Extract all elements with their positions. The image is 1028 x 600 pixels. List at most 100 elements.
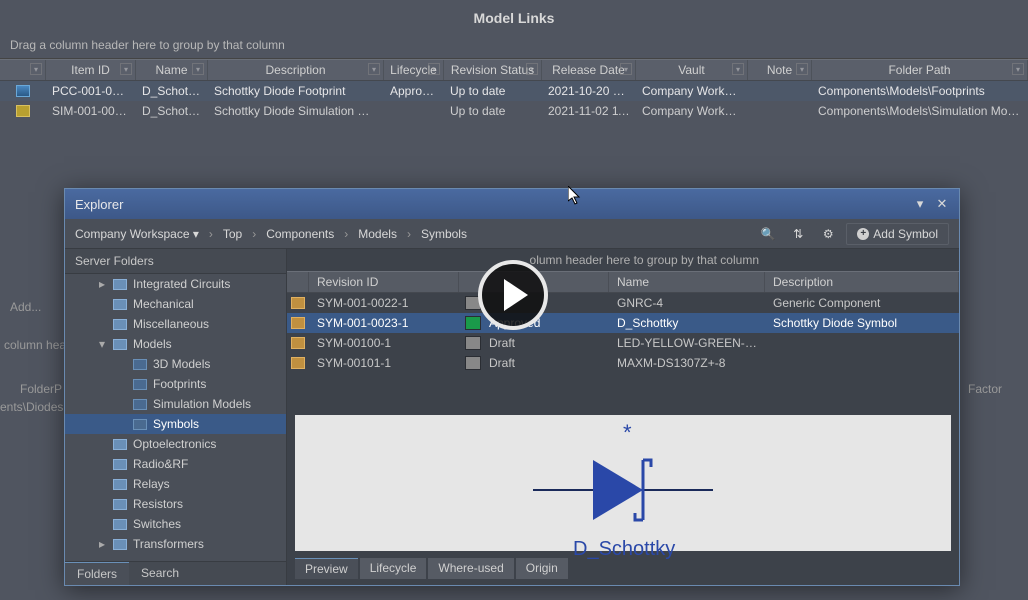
- grid-col-revision[interactable]: Revision ID: [309, 272, 459, 292]
- list-item[interactable]: SYM-001-0023-1 Approved D_Schottky Schot…: [287, 313, 959, 333]
- symbol-icon: [291, 297, 305, 309]
- tree-item[interactable]: Miscellaneous: [65, 314, 286, 334]
- tree-item[interactable]: Radio&RF: [65, 454, 286, 474]
- tree-item[interactable]: 3D Models: [65, 354, 286, 374]
- dropdown-icon[interactable]: ▾: [913, 197, 927, 211]
- explorer-toolbar: Company Workspace ▾ › Top › Components ›…: [65, 219, 959, 249]
- tree-item[interactable]: Relays: [65, 474, 286, 494]
- schottky-diode-symbol: * D_Schottky: [473, 415, 773, 565]
- tree-item[interactable]: Footprints: [65, 374, 286, 394]
- frag-text: Factor: [968, 382, 1002, 396]
- col-release-date[interactable]: Release Date▾: [542, 60, 636, 80]
- col-note[interactable]: Note▾: [748, 60, 812, 80]
- status-swatch: [465, 316, 481, 330]
- grid-col-description[interactable]: Description: [765, 272, 959, 292]
- filter-icon[interactable]: ▾: [428, 63, 440, 75]
- footprint-icon: [16, 85, 30, 97]
- model-links-title: Model Links: [0, 0, 1028, 32]
- gear-icon[interactable]: ⚙: [816, 223, 840, 245]
- folder-icon: [113, 439, 127, 450]
- folder-icon: [133, 379, 147, 390]
- filter-icon[interactable]: ▾: [30, 63, 42, 75]
- explorer-window: Explorer ▾ ✕ Company Workspace ▾ › Top ›…: [64, 188, 960, 586]
- list-item[interactable]: SYM-00101-1 Draft MAXM-DS1307Z+-8: [287, 353, 959, 373]
- folder-icon: [113, 319, 127, 330]
- symbol-label: D_Schottky: [573, 538, 675, 560]
- tab-preview[interactable]: Preview: [295, 558, 358, 579]
- tab-folders[interactable]: Folders: [65, 562, 129, 585]
- grid-header: Revision ID Name Description: [287, 271, 959, 293]
- tree-item-symbols[interactable]: Symbols: [65, 414, 286, 434]
- tree-item[interactable]: Simulation Models: [65, 394, 286, 414]
- tab-where-used[interactable]: Where-used: [428, 558, 513, 579]
- list-item[interactable]: SYM-001-0022-1 GNRC-4 Generic Component: [287, 293, 959, 313]
- folder-icon: [113, 499, 127, 510]
- folder-icon: [113, 299, 127, 310]
- server-folders-header[interactable]: Server Folders: [65, 249, 286, 274]
- filter-icon[interactable]: ▾: [526, 63, 538, 75]
- symbol-icon: [291, 317, 305, 329]
- folder-icon: [113, 459, 127, 470]
- breadcrumb[interactable]: Models: [358, 227, 397, 241]
- frag-text: FolderP: [20, 382, 62, 396]
- breadcrumb[interactable]: Components: [266, 227, 334, 241]
- group-hint[interactable]: Drag a column header here to group by th…: [0, 32, 1028, 59]
- filter-icon[interactable]: ▾: [192, 63, 204, 75]
- tab-origin[interactable]: Origin: [516, 558, 568, 579]
- filter-icon[interactable]: ▾: [120, 63, 132, 75]
- table-row[interactable]: PCC-001-0001-1 D_Schottky_N Schottky Dio…: [0, 81, 1028, 101]
- tree-item[interactable]: Mechanical: [65, 294, 286, 314]
- add-symbol-button[interactable]: +Add Symbol: [846, 223, 949, 245]
- tree-item[interactable]: Switches: [65, 514, 286, 534]
- workspace-dropdown[interactable]: Company Workspace ▾: [75, 227, 199, 241]
- symbol-preview: * D_Schottky: [295, 415, 951, 551]
- play-icon: [504, 279, 528, 311]
- search-icon[interactable]: 🔍: [756, 223, 780, 245]
- tree-item[interactable]: ▸Integrated Circuits: [65, 274, 286, 294]
- close-icon[interactable]: ✕: [935, 197, 949, 211]
- filter-icon[interactable]: ▾: [620, 63, 632, 75]
- col-lifecycle[interactable]: Lifecycle▾: [384, 60, 444, 80]
- explorer-title: Explorer: [75, 197, 123, 212]
- breadcrumb[interactable]: Top: [223, 227, 242, 241]
- frag-text: column heac: [4, 338, 72, 352]
- add-button-frag[interactable]: Add...: [10, 300, 41, 314]
- folder-icon: [113, 279, 127, 290]
- list-item[interactable]: SYM-00100-1 Draft LED-YELLOW-GREEN-AK-2: [287, 333, 959, 353]
- grid-pane: olumn header here to group by that colum…: [287, 249, 959, 585]
- folder-icon: [113, 539, 127, 550]
- col-folder-path[interactable]: Folder Path▾: [812, 60, 1028, 80]
- col-revision-status[interactable]: Revision Status▾: [444, 60, 542, 80]
- col-icon-header[interactable]: ▾: [0, 60, 46, 80]
- grid-group-hint[interactable]: olumn header here to group by that colum…: [287, 249, 959, 271]
- tree-item[interactable]: Resistors: [65, 494, 286, 514]
- breadcrumb[interactable]: Symbols: [421, 227, 467, 241]
- col-itemid[interactable]: Item ID▾: [46, 60, 136, 80]
- tree-item[interactable]: Optoelectronics: [65, 434, 286, 454]
- filter-icon[interactable]: ▾: [732, 63, 744, 75]
- tab-lifecycle[interactable]: Lifecycle: [360, 558, 427, 579]
- simulation-icon: [16, 105, 30, 117]
- table-row[interactable]: SIM-001-0001-2 D_Schottky Schottky Diode…: [0, 101, 1028, 121]
- explorer-titlebar[interactable]: Explorer ▾ ✕: [65, 189, 959, 219]
- filter-icon[interactable]: ▾: [796, 63, 808, 75]
- grid-col-icon[interactable]: [287, 272, 309, 292]
- filter-icon[interactable]: ▾: [1012, 63, 1024, 75]
- col-name[interactable]: Name▾: [136, 60, 208, 80]
- tab-search[interactable]: Search: [129, 562, 191, 585]
- folder-icon: [113, 339, 127, 350]
- folder-tree[interactable]: ▸Integrated Circuits Mechanical Miscella…: [65, 274, 286, 561]
- frag-text: ents\Diodes: [0, 400, 63, 414]
- folder-icon: [133, 419, 147, 430]
- grid-col-name[interactable]: Name: [609, 272, 765, 292]
- filter-icon[interactable]: ▾: [368, 63, 380, 75]
- col-description[interactable]: Description▾: [208, 60, 384, 80]
- designator-star: *: [623, 420, 632, 445]
- refresh-icon[interactable]: ⇅: [786, 223, 810, 245]
- col-vault[interactable]: Vault▾: [636, 60, 748, 80]
- tree-pane: Server Folders ▸Integrated Circuits Mech…: [65, 249, 287, 585]
- tree-item-models[interactable]: ▾Models: [65, 334, 286, 354]
- tree-item[interactable]: ▸Transformers: [65, 534, 286, 554]
- folder-icon: [133, 399, 147, 410]
- play-button[interactable]: [478, 260, 548, 330]
